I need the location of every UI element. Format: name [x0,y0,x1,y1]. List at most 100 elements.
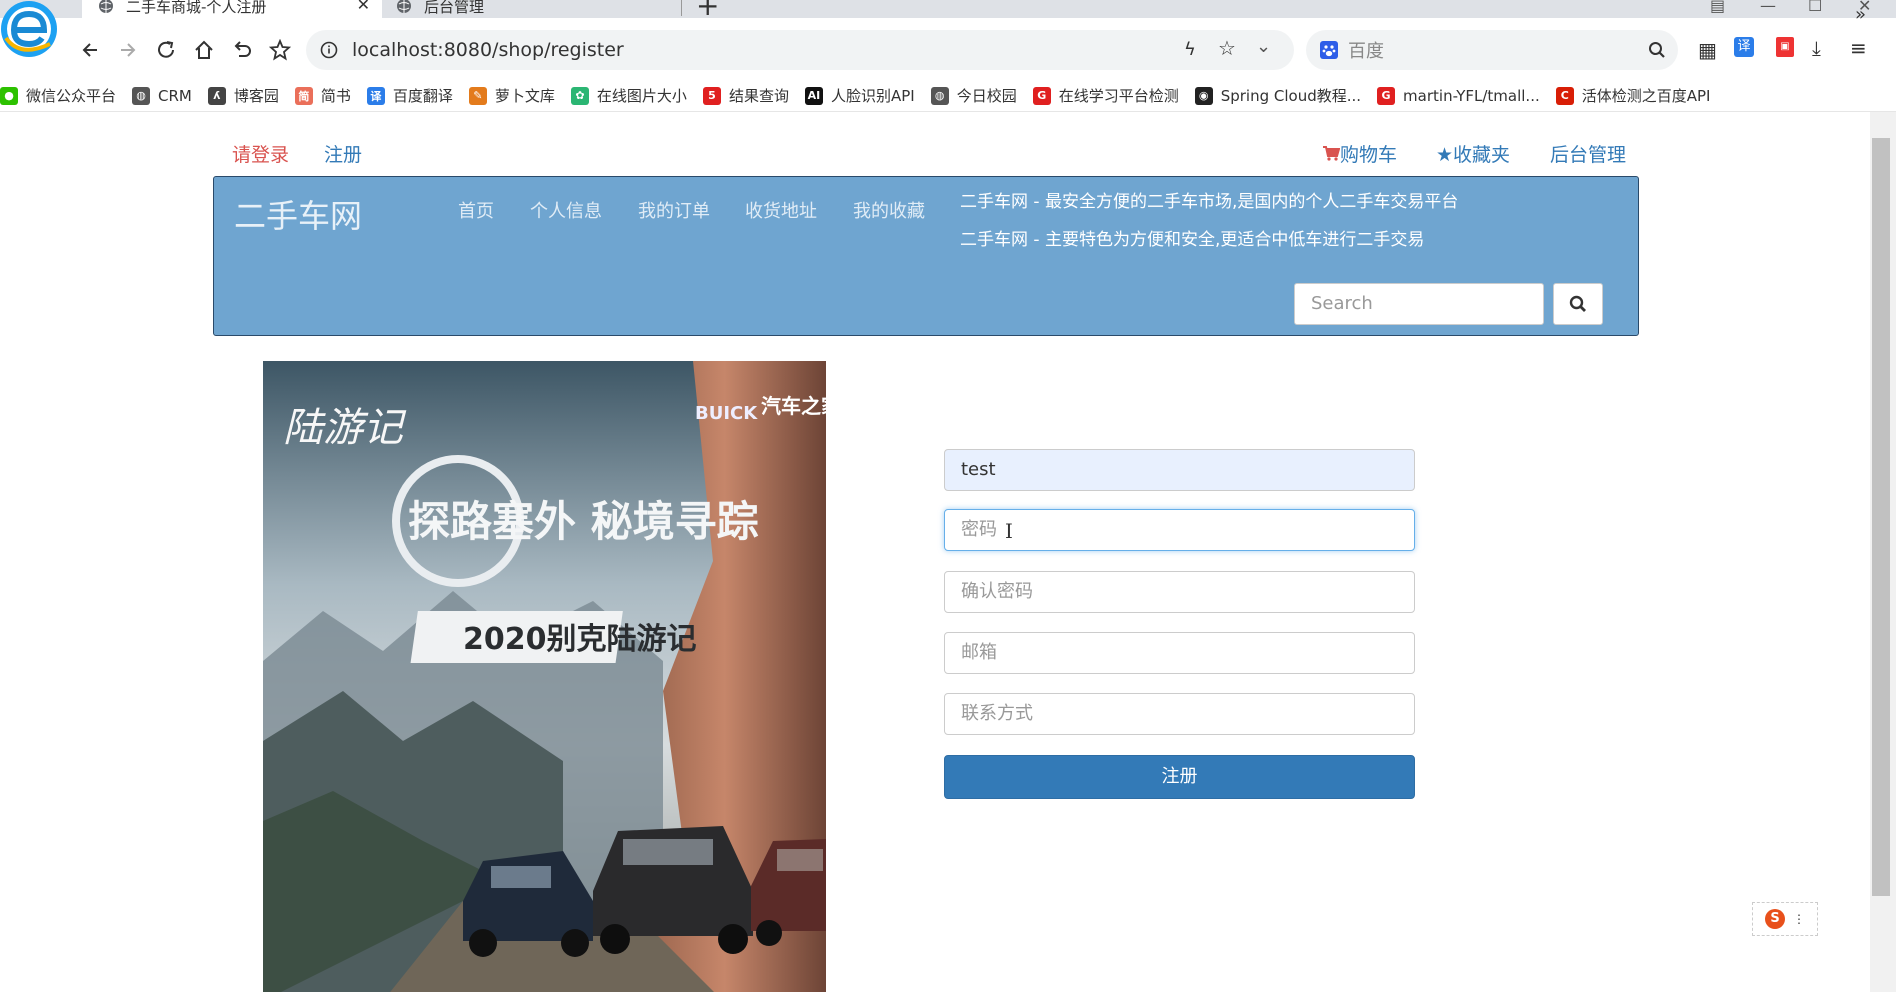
g-red-icon: G [1377,86,1396,105]
translate-icon: 译 [366,86,385,105]
slogan-2: 二手车网 - 主要特色为方便和安全,更适合中低车进行二手交易 [960,230,1425,250]
cart-label: 购物车 [1340,144,1398,166]
lightning-icon[interactable]: ϟ [1184,39,1196,60]
close-tab-icon[interactable]: ✕ [357,0,370,13]
bookmark-label: 简书 [320,87,351,105]
bookmark-item[interactable]: Gmartin-YFL/tmall... [1377,86,1540,105]
tab-title: 后台管理 [424,0,485,16]
baidu-paw-icon [1320,41,1338,59]
nav-profile[interactable]: 个人信息 [530,197,602,223]
nav-home[interactable]: 首页 [458,197,494,223]
sogou-ime-icon[interactable]: S [1765,909,1785,929]
bookmark-item[interactable]: ◍ 今日校园 [930,85,1017,106]
url-text[interactable]: localhost:8080/shop/register [352,39,624,61]
bookmark-star-icon[interactable] [266,36,294,64]
search-input[interactable]: Search [1294,283,1544,325]
chevron-down-icon[interactable]: ⌄ [1256,36,1271,57]
forward-icon[interactable] [114,36,142,64]
address-toolbar: localhost:8080/shop/register ϟ ☆ ⌄ 百度 ▦ … [0,18,1896,80]
bookmark-item[interactable]: C 活体检测之百度API [1555,85,1711,106]
password-placeholder: 密码 [961,519,997,540]
banner-image: 探路塞外 秘境寻踪 2020别克陆游记 陆游记 BUICK 汽车之家 [263,361,826,992]
star-icon: ★ [1436,144,1454,166]
bookmark-label: 在线图片大小 [596,87,687,105]
bookmark-item[interactable]: ◍ CRM [132,86,192,105]
undo-icon[interactable] [228,36,256,64]
reload-icon[interactable] [152,36,180,64]
search-button[interactable] [1553,283,1603,325]
register-button[interactable]: 注册 [944,755,1415,799]
car-middle [593,826,753,954]
email-placeholder: 邮箱 [961,642,997,663]
menu-icon[interactable]: ≡ [1850,36,1867,60]
cart-link[interactable]: 购物车 [1322,140,1397,167]
register-link[interactable]: 注册 [324,140,362,167]
bookmark-item[interactable]: 5 结果查询 [702,85,789,106]
minimize-icon[interactable]: — [1760,0,1776,15]
tab-register[interactable]: 二手车商城-个人注册 ✕ [82,0,382,18]
contact-placeholder: 联系方式 [961,703,1033,724]
c-red-icon: C [1555,86,1574,105]
back-icon[interactable] [76,36,104,64]
globe-icon: ◍ [132,86,151,105]
bookmark-item[interactable]: ◉ Spring Cloud教程... [1194,85,1362,106]
bookmark-label: 博客园 [233,87,279,105]
qr-code-icon[interactable]: ▦ [1698,38,1717,62]
ime-toolbar[interactable]: S ⋮ [1752,902,1818,936]
reader-icon[interactable]: ▤ [1710,0,1725,15]
bookmark-item[interactable]: G 在线学习平台检测 [1032,85,1179,106]
nav-address[interactable]: 收货地址 [745,197,817,223]
download-icon[interactable]: ⤓ [1812,36,1821,60]
favorites-link[interactable]: ★收藏夹 [1436,140,1510,167]
info-icon[interactable] [320,41,338,59]
bookmark-label: 活体检测之百度API [1581,87,1711,105]
admin-link[interactable]: 后台管理 [1550,140,1626,167]
password-field[interactable]: 密码 [944,509,1415,551]
favorite-star-icon[interactable]: ☆ [1218,36,1236,60]
bookmark-item[interactable]: ● 微信公众平台 [0,85,116,106]
url-bar[interactable]: localhost:8080/shop/register ϟ ☆ ⌄ [306,30,1294,70]
search-icon[interactable] [1648,41,1666,59]
ime-menu-icon[interactable]: ⋮ [1793,912,1805,926]
nav-favorites[interactable]: 我的收藏 [853,197,925,223]
maximize-icon[interactable]: ☐ [1808,0,1822,15]
bookmark-item[interactable]: AI 人脸识别API [804,85,915,106]
bookmark-label: Spring Cloud教程... [1220,87,1362,105]
browser-logo-icon [1,1,57,57]
username-field[interactable]: test [944,449,1415,491]
tab-admin[interactable]: 后台管理 [396,0,682,18]
globe-icon [397,0,411,13]
bookmark-item[interactable]: 简简书 [294,85,351,106]
pdf-icon[interactable]: ▣ [1776,37,1794,57]
email-field[interactable]: 邮箱 [944,632,1415,674]
bookmark-item[interactable]: ʎ 博客园 [207,85,279,106]
nav-orders[interactable]: 我的订单 [638,197,710,223]
bookmark-label: 在线学习平台检测 [1058,87,1179,105]
scrollbar-thumb[interactable] [1872,138,1890,896]
bookmark-item[interactable]: ✿ 在线图片大小 [570,85,687,106]
g-red-icon: G [1032,86,1051,105]
confirm-password-field[interactable]: 确认密码 [944,571,1415,613]
banner-title-2: 2020别克陆游记 [463,622,697,657]
bookmark-label: 结果查询 [728,87,789,105]
home-icon[interactable] [190,36,218,64]
cart-icon [1323,146,1341,161]
buick-ad-illustration: 探路塞外 秘境寻踪 2020别克陆游记 陆游记 BUICK 汽车之家 [263,361,826,992]
login-link[interactable]: 请登录 [232,140,289,167]
hero-header: 二手车网 首页 个人信息 我的订单 收货地址 我的收藏 二手车网 - 最安全方便… [213,176,1639,336]
site-brand[interactable]: 二手车网 [234,191,362,237]
banner-script: 陆游记 [283,405,407,451]
translate-icon[interactable]: 译 [1734,37,1754,57]
contact-field[interactable]: 联系方式 [944,693,1415,735]
globe-icon [99,0,113,13]
bookmark-label: 今日校园 [956,87,1017,105]
text-cursor-icon: I [1005,519,1013,543]
cnblogs-icon: ʎ [207,86,226,105]
bookmark-label: 微信公众平台 [26,87,117,105]
new-tab-button[interactable]: + [696,0,719,20]
browser-search-box[interactable]: 百度 [1306,30,1678,70]
slogan-1: 二手车网 - 最安全方便的二手车市场,是国内的个人二手车交易平台 [960,192,1459,212]
bookmark-item[interactable]: ✎ 萝卜文库 [468,85,555,106]
more-bookmarks-icon[interactable]: » [1855,4,1866,25]
bookmark-item[interactable]: 译百度翻译 [366,85,453,106]
